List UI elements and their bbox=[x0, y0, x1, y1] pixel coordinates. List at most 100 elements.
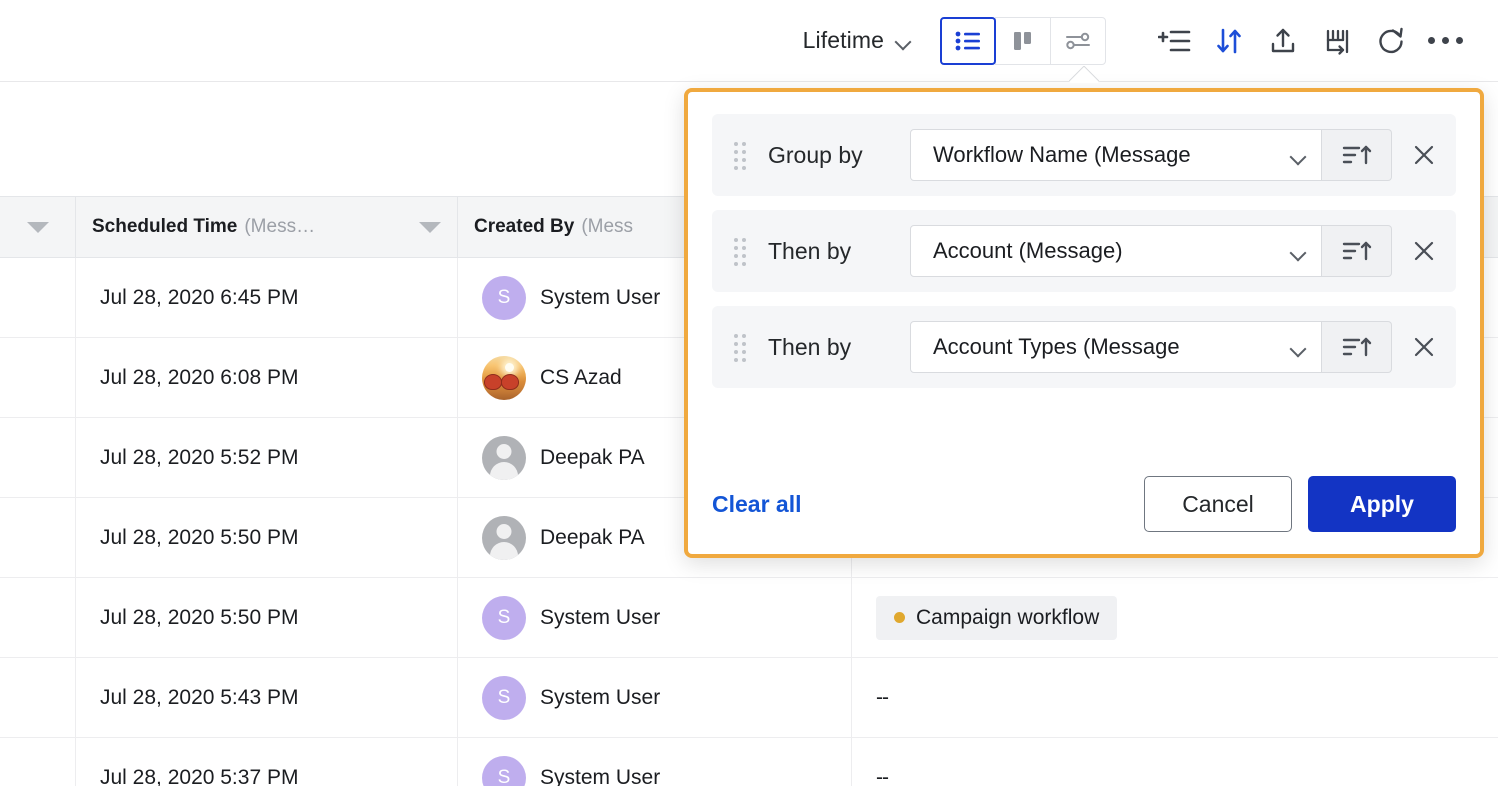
row-select-cell[interactable] bbox=[0, 498, 76, 577]
sort-ascending-icon bbox=[1342, 145, 1371, 165]
date-range-label: Lifetime bbox=[802, 27, 884, 53]
empty-value: -- bbox=[876, 765, 889, 786]
sort-ascending-icon bbox=[1342, 337, 1371, 357]
group-by-field-value: Account (Message) bbox=[933, 238, 1123, 263]
group-by-field-value: Account Types (Message bbox=[933, 334, 1180, 359]
custom-view-button[interactable] bbox=[1050, 16, 1106, 65]
created-by-cell: S System User bbox=[458, 578, 852, 657]
kanban-view-button[interactable] bbox=[995, 16, 1051, 65]
group-by-row: Then by Account (Message) bbox=[712, 210, 1456, 292]
group-by-field-control: Account (Message) bbox=[910, 225, 1392, 277]
chevron-down-icon bbox=[1291, 343, 1307, 352]
drag-handle-icon[interactable] bbox=[734, 142, 746, 170]
group-by-row-label: Then by bbox=[768, 237, 852, 264]
remove-group-by-button[interactable] bbox=[1410, 227, 1438, 275]
avatar bbox=[482, 515, 526, 560]
workflow-cell: -- bbox=[852, 738, 1498, 786]
created-by-name: System User bbox=[540, 285, 661, 309]
remove-group-by-button[interactable] bbox=[1410, 323, 1438, 371]
row-select-cell[interactable] bbox=[0, 578, 76, 657]
chevron-down-icon bbox=[1291, 247, 1307, 256]
avatar-initial: S bbox=[497, 686, 511, 708]
created-by-name: Deepak PA bbox=[540, 525, 645, 549]
list-view-icon bbox=[955, 31, 980, 50]
row-select-cell[interactable] bbox=[0, 418, 76, 497]
app-root: Lifetime Scheduled Time (Mess… Created B… bbox=[0, 0, 1498, 786]
group-by-icon bbox=[1158, 30, 1191, 51]
scheduled-time-cell: Jul 28, 2020 5:43 PM bbox=[76, 658, 458, 737]
group-by-field-value: Workflow Name (Message bbox=[933, 142, 1191, 167]
group-by-row: Group by Workflow Name (Message bbox=[712, 114, 1456, 196]
column-subtitle: (Mess bbox=[581, 216, 634, 237]
apply-button[interactable]: Apply bbox=[1308, 476, 1456, 532]
column-title: Scheduled Time bbox=[92, 216, 238, 237]
sunglasses-lens-right bbox=[501, 373, 519, 390]
table-header-scheduled-time[interactable]: Scheduled Time (Mess… bbox=[76, 197, 458, 257]
row-select-cell[interactable] bbox=[0, 658, 76, 737]
avatar: S bbox=[482, 675, 526, 720]
avatar-initial: S bbox=[497, 606, 511, 628]
row-select-cell[interactable] bbox=[0, 338, 76, 417]
workflow-tag-label: Campaign workflow bbox=[916, 605, 1100, 629]
status-dot-icon bbox=[894, 612, 905, 623]
close-icon bbox=[1414, 337, 1434, 357]
table-row[interactable]: Jul 28, 2020 5:43 PM S System User -- bbox=[0, 658, 1498, 738]
cancel-button[interactable]: Cancel bbox=[1144, 476, 1292, 532]
group-by-panel: Group by Workflow Name (Message Then by Acc… bbox=[684, 88, 1484, 558]
panel-caret-icon bbox=[1069, 66, 1099, 83]
date-range-selector[interactable]: Lifetime bbox=[803, 27, 912, 54]
sort-button[interactable] bbox=[1202, 14, 1256, 68]
close-icon bbox=[1414, 241, 1434, 261]
avatar-initial: S bbox=[497, 286, 511, 308]
scheduled-time-cell: Jul 28, 2020 6:08 PM bbox=[76, 338, 458, 417]
group-by-row-label: Then by bbox=[768, 333, 852, 360]
scheduled-time-cell: Jul 28, 2020 5:50 PM bbox=[76, 498, 458, 577]
created-by-cell: S System User bbox=[458, 658, 852, 737]
sort-ascending-button[interactable] bbox=[1322, 321, 1392, 373]
created-by-name: CS Azad bbox=[540, 365, 622, 389]
row-select-cell[interactable] bbox=[0, 258, 76, 337]
chevron-down-icon bbox=[1291, 151, 1307, 160]
export-icon bbox=[1271, 28, 1295, 52]
group-by-field-control: Workflow Name (Message bbox=[910, 129, 1392, 181]
row-select-cell[interactable] bbox=[0, 738, 76, 786]
scheduled-time-cell: Jul 28, 2020 6:45 PM bbox=[76, 258, 458, 337]
group-by-rows: Group by Workflow Name (Message Then by Acc… bbox=[712, 114, 1456, 388]
sort-icon bbox=[1217, 28, 1241, 53]
export-button[interactable] bbox=[1256, 14, 1310, 68]
drag-handle-icon[interactable] bbox=[734, 238, 746, 266]
list-view-button[interactable] bbox=[940, 16, 996, 65]
table-header-select[interactable] bbox=[0, 197, 76, 257]
sunglasses-lens-left bbox=[484, 373, 502, 390]
more-options-button[interactable] bbox=[1418, 14, 1472, 68]
table-row[interactable]: Jul 28, 2020 5:50 PM S System User Campaign… bbox=[0, 578, 1498, 658]
remove-group-by-button[interactable] bbox=[1410, 131, 1438, 179]
columns-icon bbox=[1326, 29, 1349, 55]
filter-triangle-icon[interactable] bbox=[26, 221, 49, 233]
scheduled-time-cell: Jul 28, 2020 5:37 PM bbox=[76, 738, 458, 786]
created-by-name: System User bbox=[540, 685, 661, 709]
refresh-button[interactable] bbox=[1364, 14, 1418, 68]
workflow-cell: -- bbox=[852, 658, 1498, 737]
manage-columns-button[interactable] bbox=[1310, 14, 1364, 68]
sun-icon bbox=[505, 362, 514, 372]
table-row[interactable]: Jul 28, 2020 5:37 PM S System User -- bbox=[0, 738, 1498, 786]
group-by-field-control: Account Types (Message bbox=[910, 321, 1392, 373]
chevron-down-icon bbox=[896, 36, 912, 45]
group-by-field-select[interactable]: Workflow Name (Message bbox=[910, 129, 1322, 181]
sort-ascending-button[interactable] bbox=[1322, 225, 1392, 277]
avatar: S bbox=[482, 755, 526, 786]
sort-ascending-button[interactable] bbox=[1322, 129, 1392, 181]
avatar bbox=[482, 435, 526, 480]
clear-all-button[interactable]: Clear all bbox=[712, 491, 802, 518]
avatar-initial: S bbox=[497, 766, 511, 786]
filter-triangle-icon[interactable] bbox=[419, 221, 441, 233]
drag-handle-icon[interactable] bbox=[734, 334, 746, 362]
scheduled-time-cell: Jul 28, 2020 5:50 PM bbox=[76, 578, 458, 657]
group-by-button[interactable] bbox=[1148, 14, 1202, 68]
group-by-field-select[interactable]: Account Types (Message bbox=[910, 321, 1322, 373]
group-by-field-select[interactable]: Account (Message) bbox=[910, 225, 1322, 277]
column-title: Created By bbox=[474, 216, 575, 237]
more-icon bbox=[1427, 37, 1463, 44]
workflow-cell: Campaign workflow bbox=[852, 578, 1498, 657]
